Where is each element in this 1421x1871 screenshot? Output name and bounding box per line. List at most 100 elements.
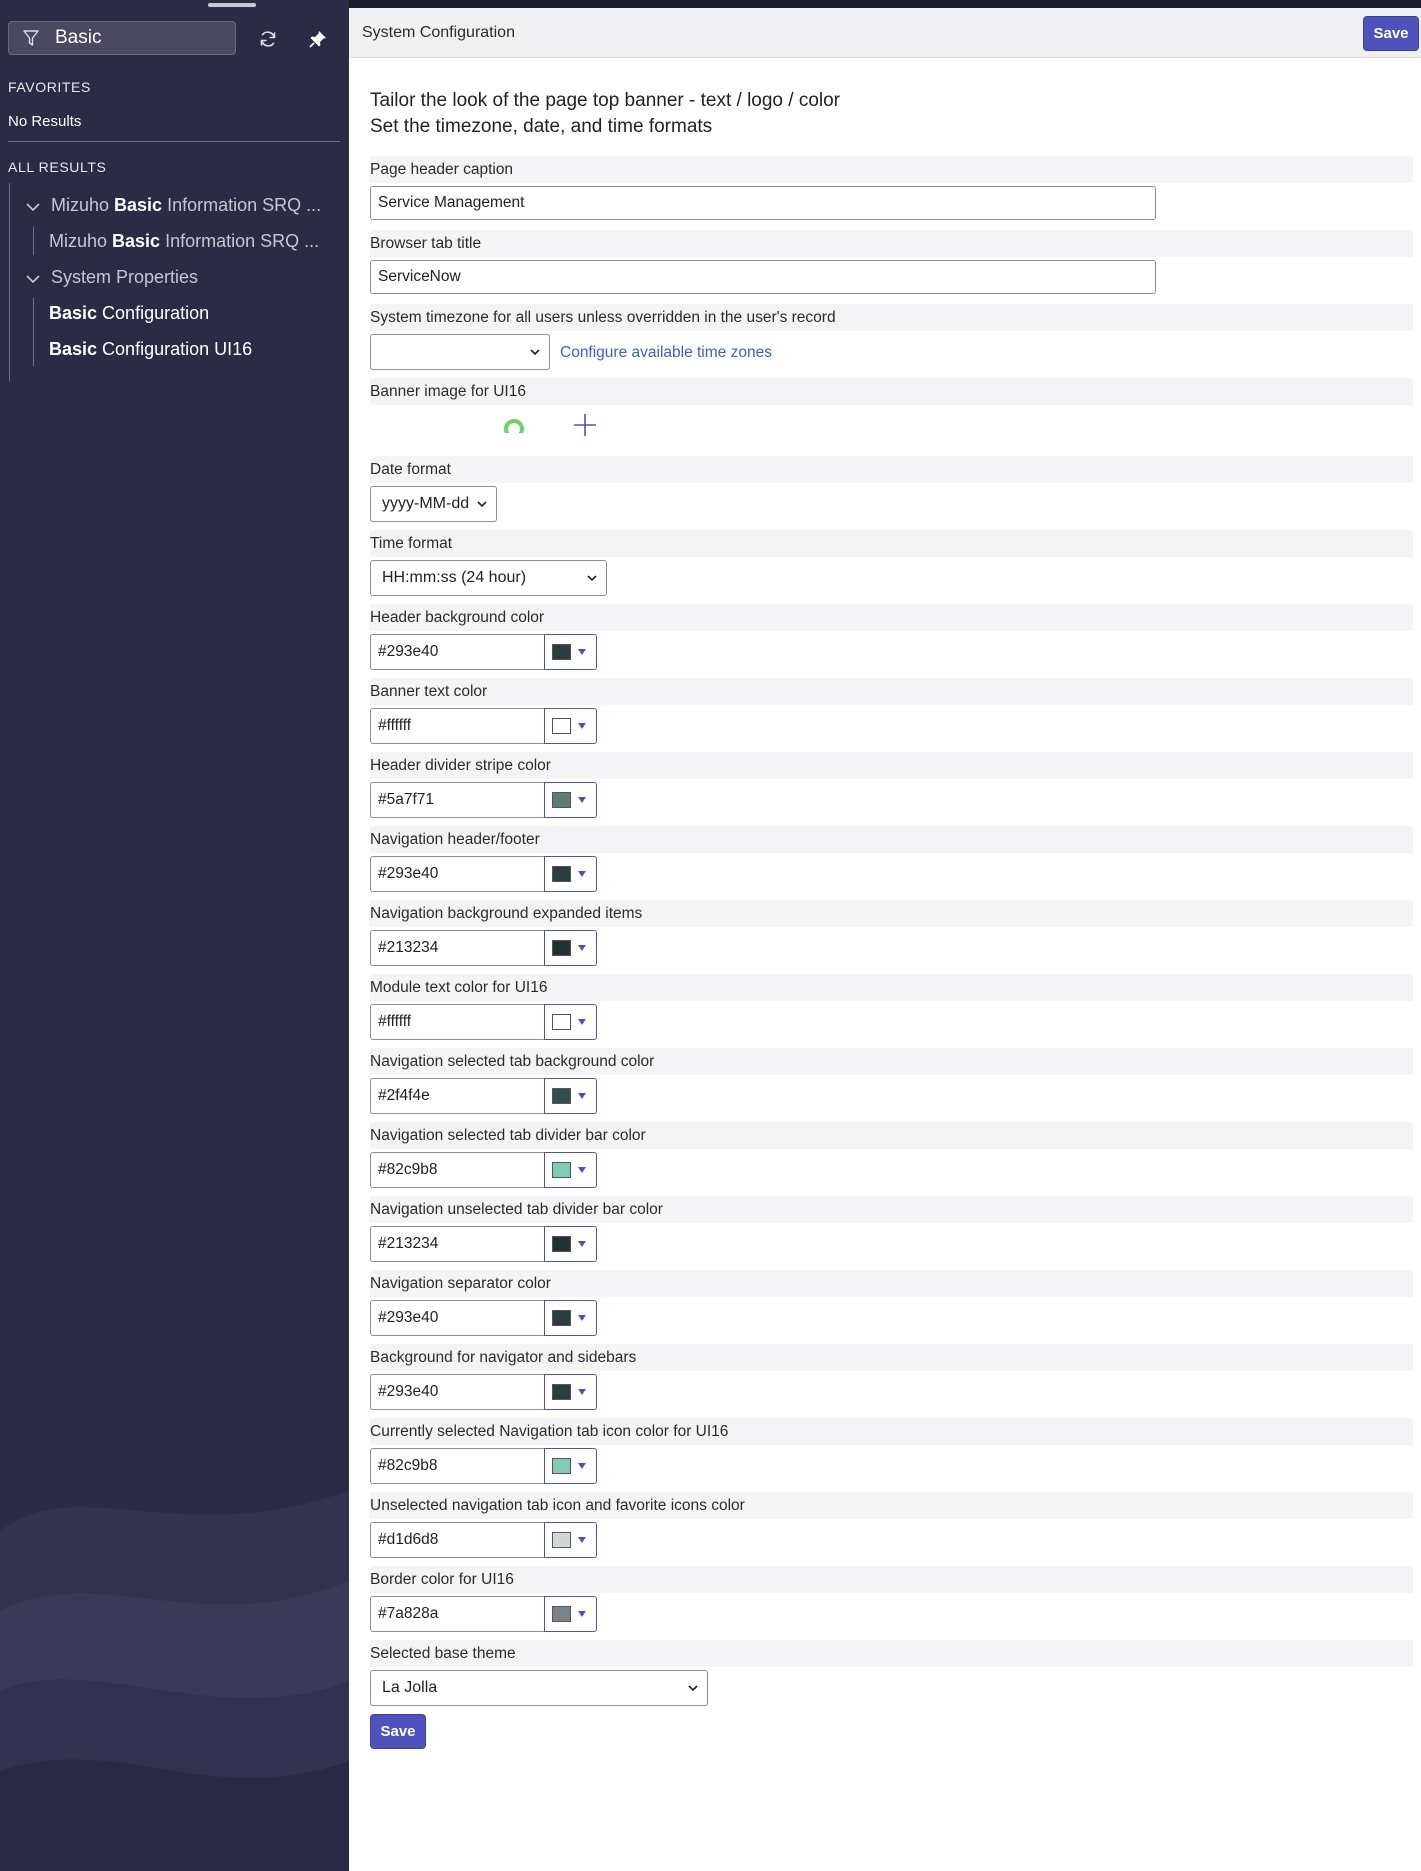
field-time-format: Time format HH:mm:ss (24 hour) [370, 530, 1413, 604]
color-value-input[interactable] [370, 1152, 544, 1188]
color-value-input[interactable] [370, 1448, 544, 1484]
field-color: Navigation unselected tab divider bar co… [370, 1196, 1413, 1270]
field-system-timezone: System timezone for all users unless ove… [370, 304, 1413, 378]
field-label: Banner text color [370, 678, 1413, 705]
color-picker-button[interactable] [544, 1522, 597, 1558]
color-swatch [552, 940, 571, 956]
color-picker-button[interactable] [544, 782, 597, 818]
field-label: Browser tab title [370, 230, 1413, 257]
save-button[interactable]: Save [1363, 16, 1419, 51]
save-button[interactable]: Save [370, 1714, 426, 1749]
browser-tab-title-input[interactable] [370, 260, 1156, 294]
color-picker-button[interactable] [544, 1226, 597, 1262]
color-picker-button[interactable] [544, 1596, 597, 1632]
timezone-select[interactable] [370, 334, 550, 370]
color-fields: Header background color Banner text color… [370, 604, 1413, 1640]
tree-item-system-properties[interactable]: System Properties [51, 267, 198, 288]
field-color: Navigation separator color [370, 1270, 1413, 1344]
color-value-input[interactable] [370, 1374, 544, 1410]
base-theme-select[interactable]: La Jolla [370, 1670, 708, 1706]
caret-down-icon [578, 1241, 586, 1247]
field-color: Navigation selected tab divider bar colo… [370, 1122, 1413, 1196]
caret-down-icon [578, 1389, 586, 1395]
color-picker-button[interactable] [544, 1300, 597, 1336]
field-color: Header background color [370, 604, 1413, 678]
navigator-filter[interactable] [8, 21, 236, 55]
color-value-input[interactable] [370, 1596, 544, 1632]
color-value-input[interactable] [370, 856, 544, 892]
caret-down-icon [578, 945, 586, 951]
page-header-caption-input[interactable] [370, 186, 1156, 220]
chevron-down-icon [587, 575, 597, 582]
color-picker-button[interactable] [544, 708, 597, 744]
color-value-input[interactable] [370, 930, 544, 966]
field-label: Navigation header/footer [370, 826, 1413, 853]
tree-guide-line [33, 227, 34, 255]
color-picker-button[interactable] [544, 856, 597, 892]
field-label: Page header caption [370, 156, 1413, 183]
chevron-down-icon[interactable] [24, 270, 42, 288]
color-value-input[interactable] [370, 1522, 544, 1558]
tree-item-basic-configuration[interactable]: Basic Configuration [49, 303, 209, 324]
color-value-input[interactable] [370, 708, 544, 744]
system-configuration-form: Tailor the look of the page top banner -… [370, 88, 1413, 1754]
field-label: Header background color [370, 604, 1413, 631]
configure-time-zones-link[interactable]: Configure available time zones [560, 344, 772, 362]
color-swatch [552, 1014, 571, 1030]
color-value-input[interactable] [370, 1004, 544, 1040]
color-picker-button[interactable] [544, 634, 597, 670]
color-picker-button[interactable] [544, 1004, 597, 1040]
field-color: Navigation background expanded items [370, 900, 1413, 974]
field-label: System timezone for all users unless ove… [370, 304, 1413, 331]
color-picker-button[interactable] [544, 1078, 597, 1114]
field-label: Currently selected Navigation tab icon c… [370, 1418, 1413, 1445]
tree-item-suffix: Configuration [97, 303, 210, 323]
field-date-format: Date format yyyy-MM-dd [370, 456, 1413, 530]
top-banner-strip [349, 0, 1421, 8]
field-label: Navigation background expanded items [370, 900, 1413, 927]
tree-item-suffix: Information SRQ ... [162, 195, 322, 215]
tree-item-match: Basic [49, 339, 98, 359]
pin-icon[interactable] [307, 28, 329, 50]
color-value-input[interactable] [370, 782, 544, 818]
tree-item-basic-configuration-ui16[interactable]: Basic Configuration UI16 [49, 339, 252, 360]
date-format-select[interactable]: yyyy-MM-dd [370, 486, 497, 522]
color-picker-button[interactable] [544, 1374, 597, 1410]
caret-down-icon [578, 649, 586, 655]
field-color: Unselected navigation tab icon and favor… [370, 1492, 1413, 1566]
select-value: HH:mm:ss (24 hour) [382, 569, 527, 586]
color-value-input[interactable] [370, 1078, 544, 1114]
color-picker-button[interactable] [544, 930, 597, 966]
caret-down-icon [578, 1167, 586, 1173]
field-color: Header divider stripe color [370, 752, 1413, 826]
add-image-icon[interactable] [573, 413, 597, 437]
divider [8, 141, 340, 142]
color-swatch [552, 1384, 571, 1400]
chevron-down-icon [688, 1685, 698, 1692]
color-picker-button[interactable] [544, 1152, 597, 1188]
caret-down-icon [578, 797, 586, 803]
tree-item-module[interactable]: Mizuho Basic Information SRQ ... [49, 231, 319, 252]
form-header: System Configuration Save [349, 8, 1421, 58]
color-swatch [552, 792, 571, 808]
caret-down-icon [578, 1611, 586, 1617]
tree-item-match: Basic [114, 195, 163, 215]
caret-down-icon [578, 1315, 586, 1321]
color-value-input[interactable] [370, 1226, 544, 1262]
field-label: Header divider stripe color [370, 752, 1413, 779]
filter-input[interactable] [53, 26, 227, 50]
tree-item-module[interactable]: Mizuho Basic Information SRQ ... [51, 195, 321, 216]
chevron-down-icon[interactable] [24, 198, 42, 216]
refresh-icon[interactable] [257, 28, 279, 50]
color-picker-button[interactable] [544, 1448, 597, 1484]
page-title: System Configuration [362, 24, 515, 41]
chevron-down-icon [530, 349, 540, 356]
caret-down-icon [578, 1093, 586, 1099]
field-label: Selected base theme [370, 1640, 1413, 1667]
color-value-input[interactable] [370, 1300, 544, 1336]
field-label: Navigation separator color [370, 1270, 1413, 1297]
time-format-select[interactable]: HH:mm:ss (24 hour) [370, 560, 607, 596]
drag-handle[interactable] [208, 3, 256, 7]
color-value-input[interactable] [370, 634, 544, 670]
color-swatch [552, 1088, 571, 1104]
